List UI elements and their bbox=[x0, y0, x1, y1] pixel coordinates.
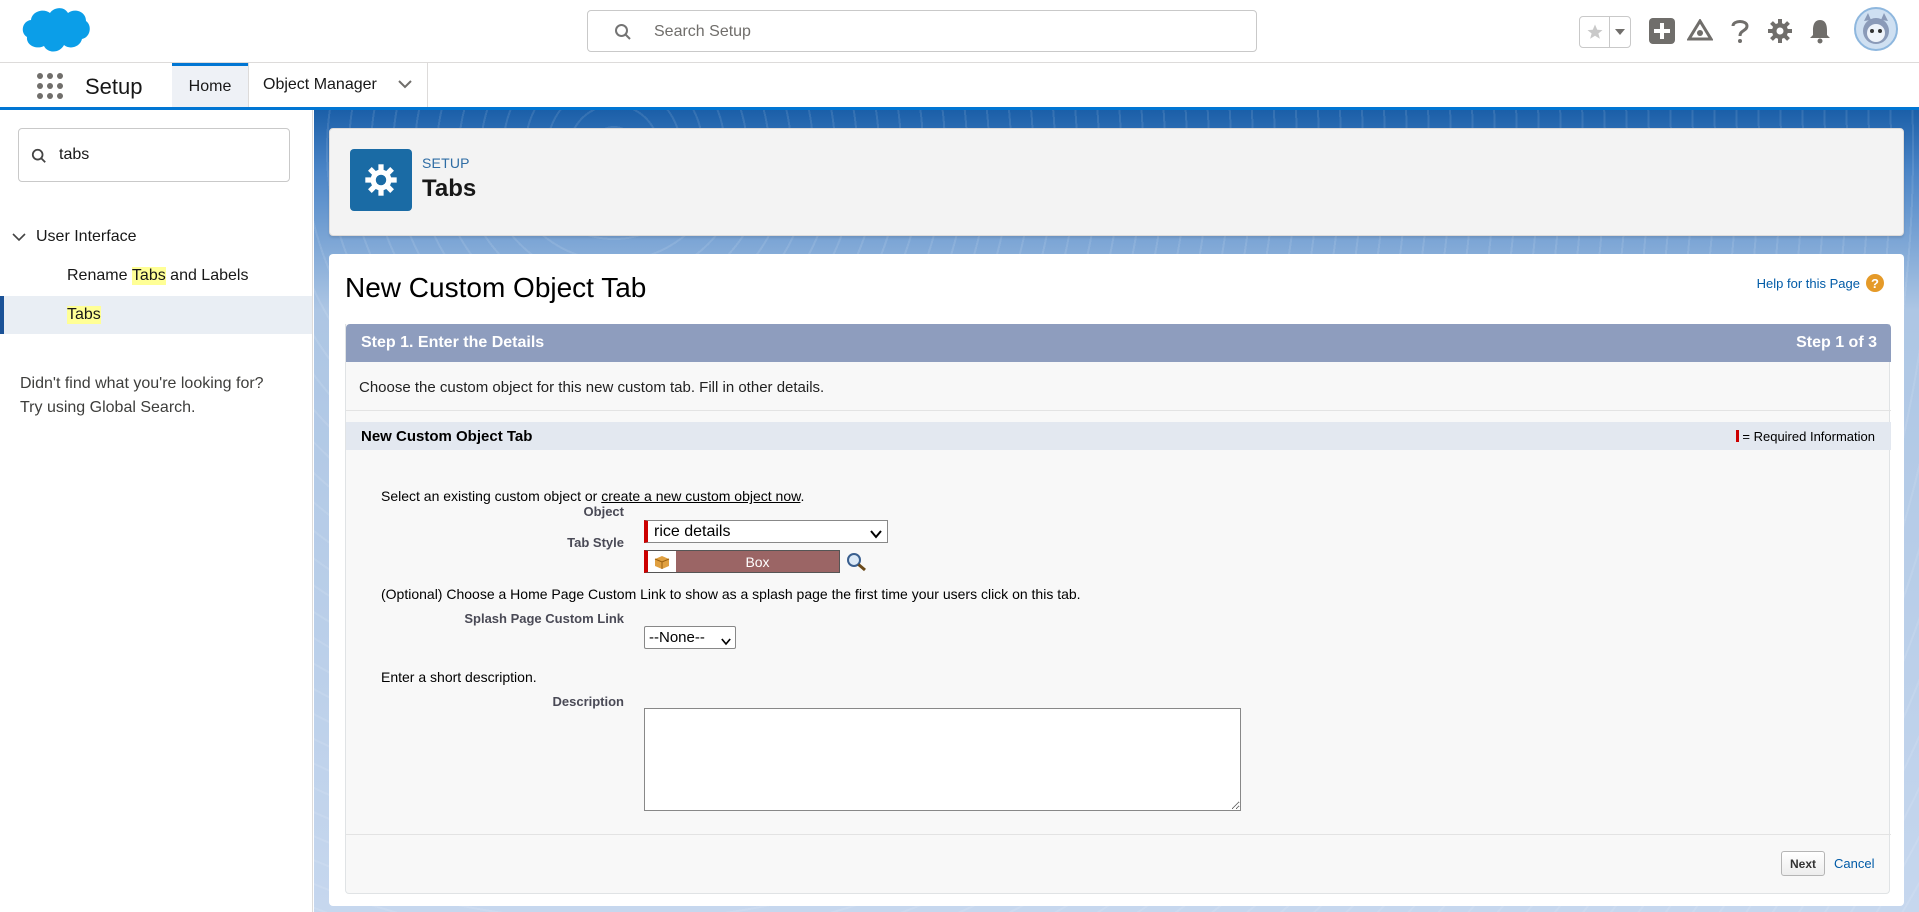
tab-style-value: Box bbox=[745, 553, 770, 570]
chevron-down-icon[interactable] bbox=[397, 77, 413, 96]
help-icon: ? bbox=[1866, 274, 1884, 292]
setup-gear-icon bbox=[350, 149, 412, 211]
chevron-down-icon bbox=[721, 633, 731, 650]
description-prompt: Enter a short description. bbox=[381, 669, 537, 685]
section-header: New Custom Object Tab = Required Informa… bbox=[346, 422, 1891, 450]
hint-line-1: Didn't find what you're looking for? bbox=[20, 375, 264, 392]
global-search-hint: Didn't find what you're looking for? Try… bbox=[20, 372, 310, 420]
quick-find[interactable] bbox=[18, 128, 290, 182]
content-card: New Custom Object Tab Help for this Page… bbox=[329, 254, 1904, 906]
required-legend: = Required Information bbox=[1736, 429, 1875, 444]
tree-node-user-interface[interactable]: User Interface bbox=[12, 228, 136, 246]
description-label: Description bbox=[552, 694, 624, 709]
step-counter: Step 1 of 3 bbox=[1796, 334, 1877, 351]
object-select[interactable]: rice details bbox=[644, 520, 888, 543]
tree-item-tabs[interactable]: Tabs bbox=[0, 296, 312, 334]
help-icon[interactable] bbox=[1726, 17, 1754, 45]
object-select-value: rice details bbox=[654, 522, 731, 540]
tab-object-manager-label: Object Manager bbox=[263, 76, 377, 93]
context-bar: Setup Home Object Manager bbox=[0, 63, 1919, 110]
step-intro: Choose the custom object for this new cu… bbox=[359, 379, 825, 396]
step-panel: Step 1. Enter the Details Step 1 of 3 Ch… bbox=[345, 324, 1891, 894]
required-text: = Required Information bbox=[1742, 428, 1875, 444]
tree-item-text: and Labels bbox=[165, 267, 249, 284]
tab-home[interactable]: Home bbox=[172, 63, 248, 107]
help-link[interactable]: Help for this Page ? bbox=[1757, 274, 1884, 292]
tab-home-label: Home bbox=[188, 77, 232, 95]
cancel-link[interactable]: Cancel bbox=[1834, 856, 1874, 871]
chevron-down-icon bbox=[870, 526, 882, 544]
star-icon[interactable] bbox=[1580, 17, 1610, 47]
help-link-label: Help for this Page bbox=[1756, 275, 1860, 291]
tree-item-text: Rename bbox=[67, 267, 132, 284]
app-name: Setup bbox=[85, 74, 143, 99]
bell-icon[interactable] bbox=[1806, 17, 1834, 45]
search-icon bbox=[31, 148, 47, 169]
trailhead-icon[interactable] bbox=[1686, 17, 1714, 45]
global-header bbox=[0, 0, 1919, 63]
tab-style-label: Tab Style bbox=[567, 535, 624, 550]
search-icon bbox=[614, 23, 632, 46]
search-highlight: Tabs bbox=[67, 306, 101, 324]
tree-item-rename-tabs-and-labels[interactable]: Rename Tabs and Labels bbox=[0, 257, 312, 295]
tab-object-manager[interactable]: Object Manager bbox=[248, 63, 428, 107]
favorites-control bbox=[1579, 16, 1631, 48]
description-field[interactable] bbox=[644, 708, 1241, 811]
required-marker bbox=[1736, 430, 1740, 442]
search-highlight: Tabs bbox=[131, 267, 166, 285]
page-title: Tabs bbox=[422, 175, 477, 202]
splash-select[interactable]: --None-- bbox=[644, 626, 736, 649]
global-search[interactable] bbox=[587, 10, 1257, 52]
box-icon bbox=[648, 551, 676, 572]
chevron-down-icon[interactable] bbox=[12, 232, 26, 242]
object-label: Object bbox=[583, 504, 624, 519]
page-header: SETUP Tabs bbox=[329, 128, 1904, 236]
step-header: Step 1. Enter the Details Step 1 of 3 bbox=[346, 324, 1891, 362]
tab-style-field[interactable]: Box bbox=[644, 550, 840, 573]
global-search-input[interactable] bbox=[654, 20, 1214, 44]
tree-node-label: User Interface bbox=[36, 228, 137, 245]
hint-line-2: Try using Global Search. bbox=[20, 399, 196, 416]
divider bbox=[346, 410, 1891, 411]
object-prompt: Select an existing custom object or crea… bbox=[381, 488, 804, 504]
gear-icon[interactable] bbox=[1766, 17, 1794, 45]
splash-select-value: --None-- bbox=[649, 629, 705, 646]
object-prompt-end: . bbox=[800, 488, 805, 504]
page-eyebrow: SETUP bbox=[422, 155, 470, 171]
step-title: Step 1. Enter the Details bbox=[361, 334, 545, 351]
salesforce-logo[interactable] bbox=[20, 5, 92, 57]
splash-prompt: (Optional) Choose a Home Page Custom Lin… bbox=[381, 586, 1081, 602]
add-icon[interactable] bbox=[1648, 17, 1676, 45]
divider bbox=[346, 834, 1891, 835]
setup-sidebar: User Interface Rename Tabs and Labels Ta… bbox=[0, 110, 313, 912]
avatar[interactable] bbox=[1854, 7, 1898, 51]
content-title: New Custom Object Tab bbox=[345, 272, 647, 303]
app-launcher-icon[interactable] bbox=[36, 72, 64, 100]
splash-label: Splash Page Custom Link bbox=[464, 611, 624, 626]
object-prompt-text: Select an existing custom object or bbox=[381, 488, 602, 504]
section-title: New Custom Object Tab bbox=[361, 427, 533, 445]
quick-find-input[interactable] bbox=[59, 144, 279, 166]
lookup-icon[interactable] bbox=[846, 552, 868, 572]
create-custom-object-link[interactable]: create a new custom object now bbox=[601, 488, 800, 504]
next-button[interactable]: Next bbox=[1781, 851, 1825, 876]
chevron-down-icon[interactable] bbox=[1610, 17, 1630, 47]
